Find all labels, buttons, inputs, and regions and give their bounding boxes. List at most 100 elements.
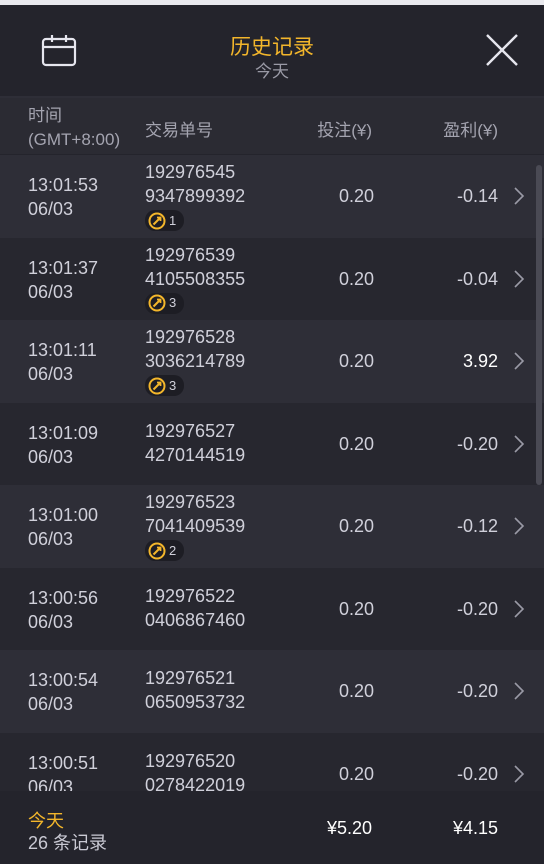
column-order: 交易单号 [145, 121, 213, 140]
table-row[interactable]: 13:01:00 06/03 192976523 7041409539 2 0.20 -0.… [0, 485, 544, 568]
row-time: 13:01:11 06/03 [28, 338, 97, 386]
row-bet: 0.20 [338, 351, 374, 371]
record-count: 26 条记录 [28, 833, 108, 853]
row-profit: -0.04 [456, 268, 498, 289]
table-row[interactable]: 13:01:11 06/03 192976528 3036214789 3 0.20 3.9… [0, 320, 544, 403]
row-time-value: 13:01:00 [28, 505, 99, 525]
chevron-right-icon [514, 352, 525, 370]
page-subtitle: 今天 [255, 62, 289, 81]
row-date-value: 06/03 [28, 529, 74, 549]
row-time: 13:00:51 06/03 [28, 751, 98, 792]
row-bet: 0.20 [338, 268, 374, 289]
row-order: 192976522 0406867460 [145, 584, 245, 632]
bonus-count: 2 [169, 542, 177, 558]
row-profit: 3.92 [462, 351, 498, 371]
bonus-badge: 1 [145, 210, 185, 231]
row-order-part2: 0650953732 [145, 692, 246, 712]
column-profit: 盈利(¥) [443, 121, 498, 140]
row-order-part2: 0406867460 [145, 609, 246, 630]
row-order-part1: 192976528 [145, 327, 236, 347]
close-icon [486, 34, 518, 66]
row-order: 192976520 0278422019 [145, 749, 245, 792]
table-row[interactable]: 13:00:51 06/03 192976520 0278422019 0.20 -0.2… [0, 732, 544, 792]
close-button[interactable] [482, 30, 522, 70]
row-profit: -0.14 [456, 186, 498, 206]
row-date-value: 06/03 [28, 281, 74, 302]
scrollbar[interactable] [536, 165, 542, 485]
row-time-value: 13:01:37 [28, 257, 99, 278]
row-time: 13:01:37 06/03 [28, 256, 98, 304]
row-date-value: 06/03 [28, 446, 74, 467]
summary-footer: 今天 26 条记录 ¥5.20 ¥4.15 [0, 791, 544, 864]
row-profit: -0.20 [456, 433, 498, 454]
header: 历史记录 今天 [0, 5, 544, 98]
row-time: 13:00:54 06/03 [28, 668, 98, 716]
row-date-value: 06/03 [28, 611, 74, 632]
bonus-icon [148, 212, 166, 229]
row-order: 192976527 4270144519 [145, 419, 245, 467]
row-order-part1: 192976522 [145, 585, 236, 606]
row-time: 13:01:09 06/03 [28, 421, 98, 469]
row-profit: -0.20 [456, 598, 498, 619]
bonus-badge: 3 [145, 375, 185, 396]
row-bet: 0.20 [338, 681, 374, 701]
chevron-right-icon [514, 764, 525, 783]
row-date-value: 06/03 [28, 364, 74, 384]
row-order: 192976545 9347899392 1 [145, 160, 245, 236]
row-date-value: 06/03 [28, 199, 74, 219]
total-profit: ¥4.15 [452, 818, 498, 838]
row-bet: 0.20 [338, 763, 374, 784]
table-row[interactable]: 13:00:56 06/03 192976522 0406867460 0.20 -0.2… [0, 567, 544, 650]
column-time-zone: (GMT+8:00) [28, 130, 121, 149]
bonus-badge: 2 [145, 540, 185, 561]
row-date-value: 06/03 [28, 776, 74, 792]
chevron-right-icon [514, 269, 525, 288]
row-order-part2: 9347899392 [145, 186, 246, 206]
row-order-part2: 3036214789 [145, 351, 246, 371]
row-time-value: 13:01:09 [28, 422, 99, 443]
table-row[interactable]: 13:01:09 06/03 192976527 4270144519 0.20 -0.2… [0, 402, 544, 485]
bonus-icon [148, 377, 166, 394]
row-order: 192976539 4105508355 3 [145, 243, 245, 319]
row-order-part1: 192976545 [145, 162, 236, 182]
row-bet: 0.20 [338, 516, 374, 536]
row-order-part1: 192976523 [145, 492, 236, 512]
row-time-value: 13:00:56 [28, 587, 99, 608]
column-bet: 投注(¥) [317, 121, 372, 140]
row-order-part1: 192976527 [145, 420, 236, 441]
row-order-part1: 192976521 [145, 668, 236, 688]
row-order: 192976528 3036214789 3 [145, 325, 245, 401]
chevron-right-icon [514, 682, 525, 700]
column-header: 时间 (GMT+8:00) 交易单号 投注(¥) 盈利(¥) [0, 98, 544, 154]
row-bet: 0.20 [338, 598, 374, 619]
row-time: 13:00:56 06/03 [28, 586, 98, 634]
row-order-part2: 0278422019 [145, 774, 246, 792]
row-profit: -0.20 [456, 763, 498, 784]
row-bet: 0.20 [338, 433, 374, 454]
row-order: 192976521 0650953732 [145, 666, 245, 714]
table-row[interactable]: 13:01:53 06/03 192976545 9347899392 1 0.20 -0.… [0, 155, 544, 238]
row-order-part2: 4270144519 [145, 444, 246, 465]
row-order-part1: 192976520 [145, 750, 236, 771]
column-time: 时间 (GMT+8:00) [28, 104, 120, 152]
row-order-part2: 7041409539 [145, 516, 246, 536]
bonus-count: 3 [169, 377, 177, 393]
row-profit: -0.20 [456, 681, 498, 701]
row-time-value: 13:01:11 [28, 340, 97, 360]
chevron-right-icon [514, 599, 525, 618]
row-date-value: 06/03 [28, 694, 74, 714]
history-list[interactable]: 13:01:53 06/03 192976545 9347899392 1 0.20 -0.… [0, 155, 544, 791]
row-time-value: 13:01:53 [28, 175, 99, 195]
table-row[interactable]: 13:01:37 06/03 192976539 4105508355 3 0.20 -0.… [0, 237, 544, 320]
table-row[interactable]: 13:00:54 06/03 192976521 0650953732 0.20 -0.2… [0, 650, 544, 733]
row-time-value: 13:00:51 [28, 752, 99, 773]
bonus-badge: 3 [145, 292, 185, 314]
total-bet: ¥5.20 [326, 818, 372, 838]
bonus-count: 1 [169, 212, 177, 228]
row-order-part2: 4105508355 [145, 268, 246, 289]
bonus-count: 3 [169, 295, 177, 310]
row-time-value: 13:00:54 [28, 670, 99, 690]
row-time: 13:01:00 06/03 [28, 503, 98, 551]
chevron-right-icon [514, 517, 525, 535]
row-order: 192976523 7041409539 2 [145, 490, 245, 566]
